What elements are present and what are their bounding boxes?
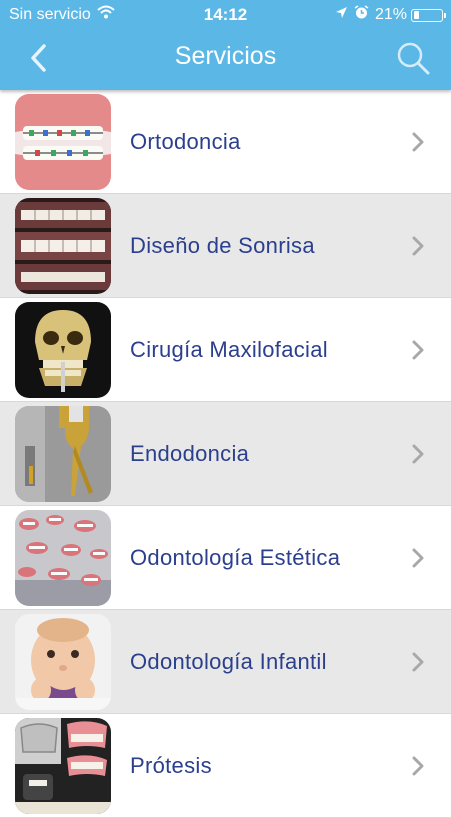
service-label: Diseño de Sonrisa: [130, 233, 315, 258]
search-button[interactable]: [393, 38, 433, 78]
service-label: Odontología Estética: [130, 545, 341, 570]
baby-photo: [15, 614, 111, 710]
service-item-cirugia-maxilofacial[interactable]: Cirugía Maxilofacial: [0, 298, 451, 402]
page-title: Servicios: [174, 42, 277, 70]
service-item-endodoncia[interactable]: Endodoncia: [0, 402, 451, 506]
battery-level-fill: [413, 11, 419, 19]
skull-xray-photo: [15, 302, 111, 398]
chevron-right-icon: [412, 236, 424, 256]
service-item-odontologia-infantil[interactable]: Odontología Infantil: [0, 610, 451, 714]
chevron-right-icon: [412, 340, 424, 360]
service-label: Prótesis: [130, 753, 212, 778]
status-bar: Sin servicio 14:12 21%: [0, 0, 451, 30]
services-list: Ortodoncia Diseño de Sonrisa Cirugía Max…: [0, 90, 451, 818]
battery-percent: 21%: [374, 6, 407, 23]
service-item-protesis[interactable]: Prótesis: [0, 714, 451, 818]
service-label: Ortodoncia: [130, 129, 241, 154]
chevron-right-icon: [412, 548, 424, 568]
battery-icon: [411, 8, 446, 22]
root-canal-photo: [15, 406, 111, 502]
chevron-right-icon: [412, 652, 424, 672]
service-item-ortodoncia[interactable]: Ortodoncia: [0, 90, 451, 194]
chevron-right-icon: [412, 132, 424, 152]
service-item-diseno-de-sonrisa[interactable]: Diseño de Sonrisa: [0, 194, 451, 298]
service-label: Cirugía Maxilofacial: [130, 337, 328, 362]
location-arrow-icon: [335, 6, 348, 24]
service-label: Odontología Infantil: [130, 649, 327, 674]
navigation-bar: Servicios: [0, 30, 451, 88]
braces-photo: [15, 94, 111, 190]
app-header: Sin servicio 14:12 21% Servicios: [0, 0, 451, 90]
service-item-odontologia-estetica[interactable]: Odontología Estética: [0, 506, 451, 610]
chevron-right-icon: [412, 444, 424, 464]
smile-design-photo: [15, 198, 111, 294]
status-right: 21%: [329, 5, 446, 25]
chevron-right-icon: [412, 756, 424, 776]
service-label: Endodoncia: [130, 441, 250, 466]
smiles-collage-photo: [15, 510, 111, 606]
search-icon: [397, 42, 430, 75]
alarm-icon: [354, 5, 369, 25]
